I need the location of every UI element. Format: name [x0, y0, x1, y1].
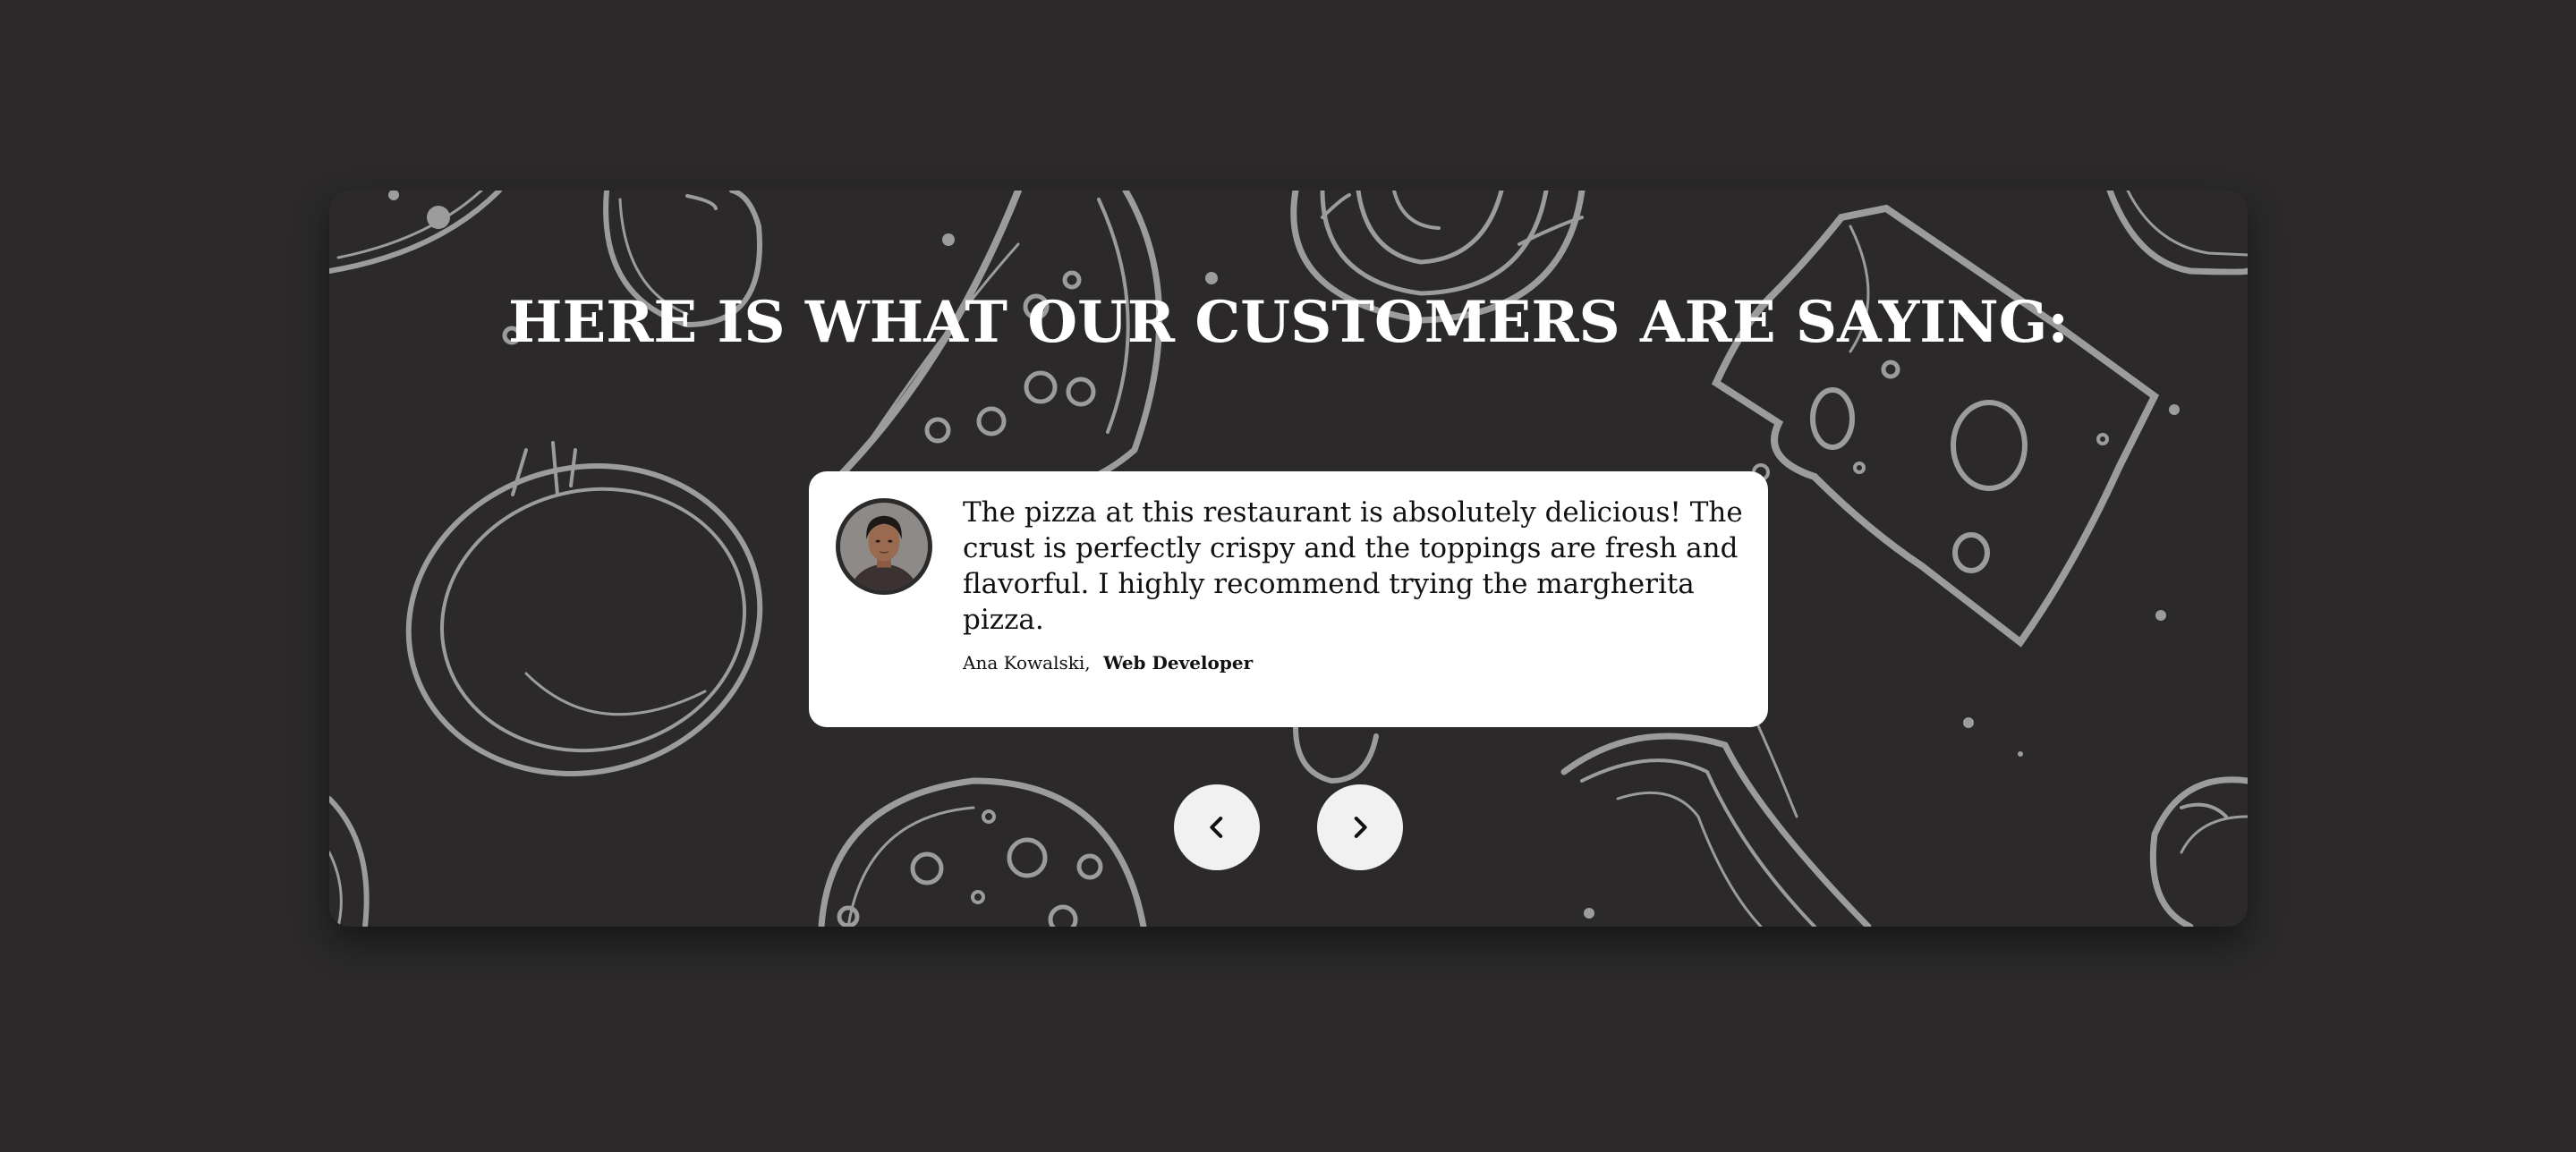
testimonial-author: Ana Kowalski, Web Developer — [963, 652, 1253, 673]
page: HERE IS WHAT OUR CUSTOMERS ARE SAYING: T… — [0, 0, 2576, 1152]
section-heading: HERE IS WHAT OUR CUSTOMERS ARE SAYING: — [507, 289, 2070, 356]
testimonial-quote: The pizza at this restaurant is absolute… — [963, 496, 1743, 636]
testimonials-section: HERE IS WHAT OUR CUSTOMERS ARE SAYING: T… — [329, 191, 2248, 927]
customer-avatar — [836, 498, 932, 595]
previous-testimonial-button[interactable] — [1174, 784, 1260, 870]
chevron-left-icon — [1210, 817, 1223, 838]
author-role: Web Developer — [1103, 652, 1254, 673]
testimonial-card: The pizza at this restaurant is absolute… — [809, 471, 1768, 727]
avatar-portrait — [840, 503, 928, 590]
author-name: Ana Kowalski, — [963, 652, 1091, 673]
next-testimonial-button[interactable] — [1317, 784, 1403, 870]
chevron-right-icon — [1354, 817, 1367, 838]
